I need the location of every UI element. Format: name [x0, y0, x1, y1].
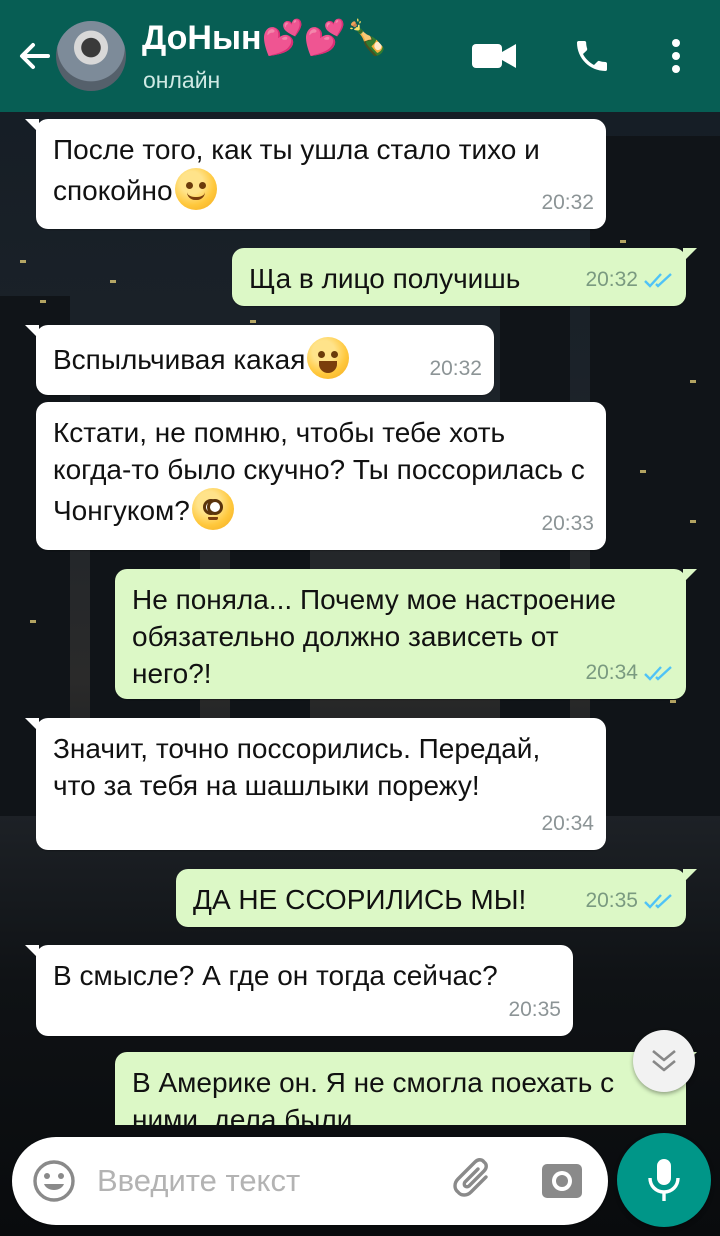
- message-text: ДА НЕ ССОРИЛИСЬ МЫ!: [193, 884, 527, 915]
- chat-header: ДоНын💕💕🍾 онлайн: [0, 0, 720, 112]
- message-time: 20:32: [429, 357, 482, 380]
- tears-of-joy-emoji-icon: [307, 337, 350, 379]
- message-input[interactable]: Введите текст: [12, 1137, 608, 1225]
- message-text: Значит, точно поссорились. Передай, что …: [53, 733, 541, 801]
- attach-icon: [453, 1158, 488, 1197]
- scroll-to-bottom-button[interactable]: [633, 1030, 695, 1092]
- mic-icon: [648, 1159, 680, 1201]
- message-incoming[interactable]: После того, как ты ушла стало тихо и спо…: [25, 119, 606, 229]
- message-incoming[interactable]: Значит, точно поссорились. Передай, что …: [25, 718, 606, 850]
- double-check-icon: [644, 893, 672, 909]
- message-time: 20:33: [541, 512, 594, 535]
- message-text: Вспыльчивая какая: [53, 344, 306, 375]
- video-call-icon: [472, 44, 516, 68]
- message-incoming[interactable]: Вспыльчивая какая 20:32: [25, 325, 494, 395]
- message-outgoing[interactable]: ДА НЕ ССОРИЛИСЬ МЫ! 20:35: [176, 869, 697, 927]
- contact-status: онлайн: [143, 67, 221, 93]
- input-placeholder: Введите текст: [97, 1163, 301, 1198]
- avatar[interactable]: [56, 21, 126, 91]
- smiling-face-emoji-icon: [174, 168, 217, 210]
- double-check-icon: [644, 665, 672, 681]
- contact-name[interactable]: ДоНын💕💕🍾: [142, 18, 389, 58]
- more-options-button[interactable]: [650, 30, 702, 82]
- message-text: Ща в лицо получишь: [249, 263, 521, 294]
- message-time: 20:34: [585, 661, 638, 684]
- message-text: В смысле? А где он тогда сейчас?: [53, 960, 498, 991]
- voice-record-button[interactable]: [617, 1133, 711, 1227]
- message-time: 20:32: [585, 268, 638, 291]
- message-outgoing[interactable]: Не поняла... Почему мое настроение обяза…: [115, 569, 697, 699]
- video-call-button[interactable]: [468, 30, 520, 82]
- message-time: 20:34: [541, 812, 594, 835]
- message-time: 20:35: [585, 889, 638, 912]
- message-text: В Америке он. Я не смогла поехать с ними…: [132, 1067, 615, 1125]
- back-arrow-icon[interactable]: [14, 36, 54, 76]
- message-outgoing[interactable]: В Америке он. Я не смогла поехать с ними…: [115, 1052, 697, 1125]
- phone-icon: [577, 41, 607, 71]
- emoji-icon: [33, 1160, 75, 1202]
- voice-call-button[interactable]: [566, 30, 618, 82]
- camera-icon: [542, 1164, 582, 1198]
- more-vert-icon: [672, 39, 680, 73]
- flushed-face-emoji-icon: [191, 488, 234, 530]
- message-text: После того, как ты ушла стало тихо и спо…: [53, 134, 540, 206]
- emoji-button[interactable]: [32, 1159, 76, 1203]
- composer-bar: Введите текст: [0, 1125, 720, 1236]
- double-chevron-down-icon: [652, 1049, 676, 1072]
- message-clip: В Америке он. Я не смогла поехать с ними…: [0, 1052, 720, 1125]
- message-time: 20:32: [541, 191, 594, 214]
- camera-button[interactable]: [540, 1158, 584, 1202]
- attach-button[interactable]: [452, 1157, 498, 1203]
- message-outgoing[interactable]: Ща в лицо получишь 20:32: [232, 248, 697, 306]
- message-text: Кстати, не помню, чтобы тебе хоть когда-…: [53, 417, 585, 526]
- message-time: 20:35: [508, 998, 561, 1021]
- message-text: Не поняла... Почему мое настроение обяза…: [132, 584, 616, 689]
- message-incoming[interactable]: Кстати, не помню, чтобы тебе хоть когда-…: [36, 402, 606, 550]
- message-incoming[interactable]: В смысле? А где он тогда сейчас? 20:35: [25, 945, 573, 1036]
- double-check-icon: [644, 272, 672, 288]
